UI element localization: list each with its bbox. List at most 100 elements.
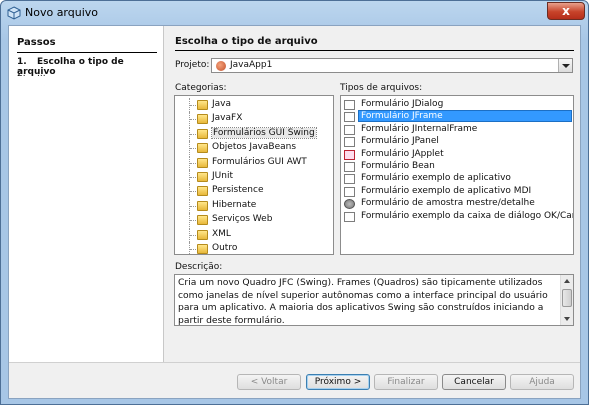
file-type-label: Formulário exemplo da caixa de diálogo O… — [361, 210, 573, 221]
form-icon — [344, 112, 355, 123]
back-button[interactable]: < Voltar — [237, 374, 301, 390]
description-scrollbar[interactable] — [560, 275, 573, 325]
title-bar[interactable]: Novo arquivo x — [1, 1, 588, 25]
category-item[interactable]: Formulários GUI AWT — [175, 155, 333, 170]
tree-line — [190, 249, 196, 250]
folder-icon — [197, 100, 208, 110]
main-panel: Escolha o tipo de arquivo Projeto: JavaA… — [174, 26, 574, 362]
file-types-label: Tipos de arquivos: — [340, 83, 423, 93]
scroll-down-icon[interactable] — [561, 313, 573, 325]
window-title: Novo arquivo — [25, 6, 99, 19]
form-icon — [344, 100, 355, 110]
file-type-item[interactable]: Formulário exemplo de aplicativo — [341, 173, 573, 185]
dialog-window: Novo arquivo x Passos 1. Escolha o tipo d… — [0, 0, 589, 405]
form-icon — [344, 124, 355, 135]
file-type-label: Formulário JInternalFrame — [361, 123, 478, 134]
category-label: Serviços Web — [212, 214, 273, 225]
finish-button[interactable]: Finalizar — [374, 374, 438, 390]
file-type-item[interactable]: Formulário JFrame — [341, 110, 573, 123]
category-item[interactable]: Java — [175, 98, 333, 112]
tree-line — [190, 234, 196, 236]
category-item[interactable]: Serviços Web — [175, 213, 333, 228]
form-icon — [344, 211, 355, 222]
cancel-button[interactable]: Cancelar — [442, 374, 506, 390]
file-type-label: Formulário JFrame — [358, 110, 572, 123]
tree-line — [190, 105, 196, 106]
form-icon — [344, 137, 355, 148]
folder-icon — [197, 244, 208, 254]
category-item[interactable]: JUnit — [175, 170, 333, 184]
folder-icon — [197, 229, 208, 240]
section-title: Escolha o tipo de arquivo — [175, 36, 318, 47]
description-text-area[interactable]: Cria um novo Quadro JFC (Swing). Frames … — [174, 274, 574, 326]
java-project-icon — [216, 61, 226, 71]
form-icon — [344, 174, 355, 185]
section-divider — [175, 50, 574, 51]
file-type-item[interactable]: Formulário exemplo de aplicativo MDI — [341, 186, 573, 198]
folder-icon — [197, 128, 208, 139]
file-type-label: Formulário JPanel — [361, 136, 439, 147]
categories-tree[interactable]: Java JavaFX Formulários GUI Swing Objetos J… — [174, 95, 334, 255]
folder-icon — [197, 186, 208, 197]
category-label: JavaFX — [212, 113, 243, 124]
folder-icon — [197, 157, 208, 168]
file-type-item[interactable]: Formulário JInternalFrame — [341, 124, 573, 136]
folder-icon — [197, 114, 208, 125]
file-type-item[interactable]: Formulário exemplo da caixa de diálogo O… — [341, 211, 573, 223]
help-button[interactable]: Ajuda — [510, 374, 574, 390]
tree-line — [190, 205, 196, 207]
steps-divider — [17, 52, 157, 53]
file-type-item[interactable]: Formulário JPanel — [341, 136, 573, 148]
category-label: Objetos JavaBeans — [212, 142, 297, 153]
category-item[interactable]: Objetos JavaBeans — [175, 141, 333, 156]
project-select[interactable]: JavaApp1 — [211, 58, 573, 73]
folder-icon — [197, 215, 208, 226]
description-text: Cria um novo Quadro JFC (Swing). Frames … — [178, 277, 548, 326]
chevron-down-icon[interactable] — [558, 59, 572, 72]
file-type-item[interactable]: Formulário de amostra mestre/detalhe — [341, 198, 573, 210]
folder-icon — [197, 143, 208, 154]
category-label: Java — [212, 99, 232, 109]
categories-label: Categorias: — [175, 83, 227, 93]
file-type-label: Formulário JDialog — [361, 99, 444, 109]
category-item[interactable]: XML — [175, 227, 333, 242]
file-types-list[interactable]: Formulário JDialog Formulário JFrame Formu… — [340, 95, 574, 255]
step-item-2: 2.... — [17, 69, 46, 79]
category-item[interactable]: Hibernate — [175, 198, 333, 213]
close-button[interactable]: x — [547, 2, 585, 20]
file-type-item[interactable]: Formulário JDialog — [341, 99, 573, 111]
close-icon: x — [562, 4, 570, 18]
project-label: Projeto: — [175, 60, 210, 70]
button-bar-divider — [9, 362, 580, 363]
file-type-label: Formulário de amostra mestre/detalhe — [361, 198, 535, 209]
applet-icon — [344, 149, 355, 160]
step-number: 2. — [17, 69, 26, 79]
category-item[interactable]: Formulários GUI Swing — [175, 126, 333, 141]
category-label: Persistence — [212, 185, 264, 196]
category-label: Formulários GUI Swing — [211, 126, 317, 139]
tree-line — [190, 177, 196, 178]
netbeans-cube-icon — [7, 6, 21, 20]
steps-title: Passos — [17, 37, 56, 48]
step-label: ... — [37, 69, 46, 79]
folder-icon — [197, 200, 208, 211]
category-label: Hibernate — [212, 199, 257, 210]
category-item[interactable]: Outro — [175, 242, 333, 254]
category-label: Formulários GUI AWT — [212, 156, 307, 167]
folder-icon — [197, 172, 208, 182]
description-label: Descrição: — [175, 262, 223, 272]
file-type-item[interactable]: Formulário Bean — [341, 161, 573, 173]
steps-panel: Passos 1. Escolha o tipo de arquivo 2.... — [9, 26, 164, 362]
category-item[interactable]: Persistence — [175, 184, 333, 199]
tree-line — [190, 119, 196, 121]
tree-line — [190, 148, 196, 150]
file-type-label: Formulário JApplet — [361, 148, 444, 159]
category-item[interactable]: JavaFX — [175, 112, 333, 127]
scroll-thumb[interactable] — [562, 289, 572, 307]
file-type-item[interactable]: Formulário JApplet — [341, 149, 573, 161]
next-button[interactable]: Próximo > — [306, 374, 370, 390]
scroll-up-icon[interactable] — [561, 275, 573, 287]
file-type-label: Formulário exemplo de aplicativo MDI — [361, 185, 532, 196]
project-value: JavaApp1 — [230, 60, 273, 70]
category-label: JUnit — [212, 171, 233, 181]
